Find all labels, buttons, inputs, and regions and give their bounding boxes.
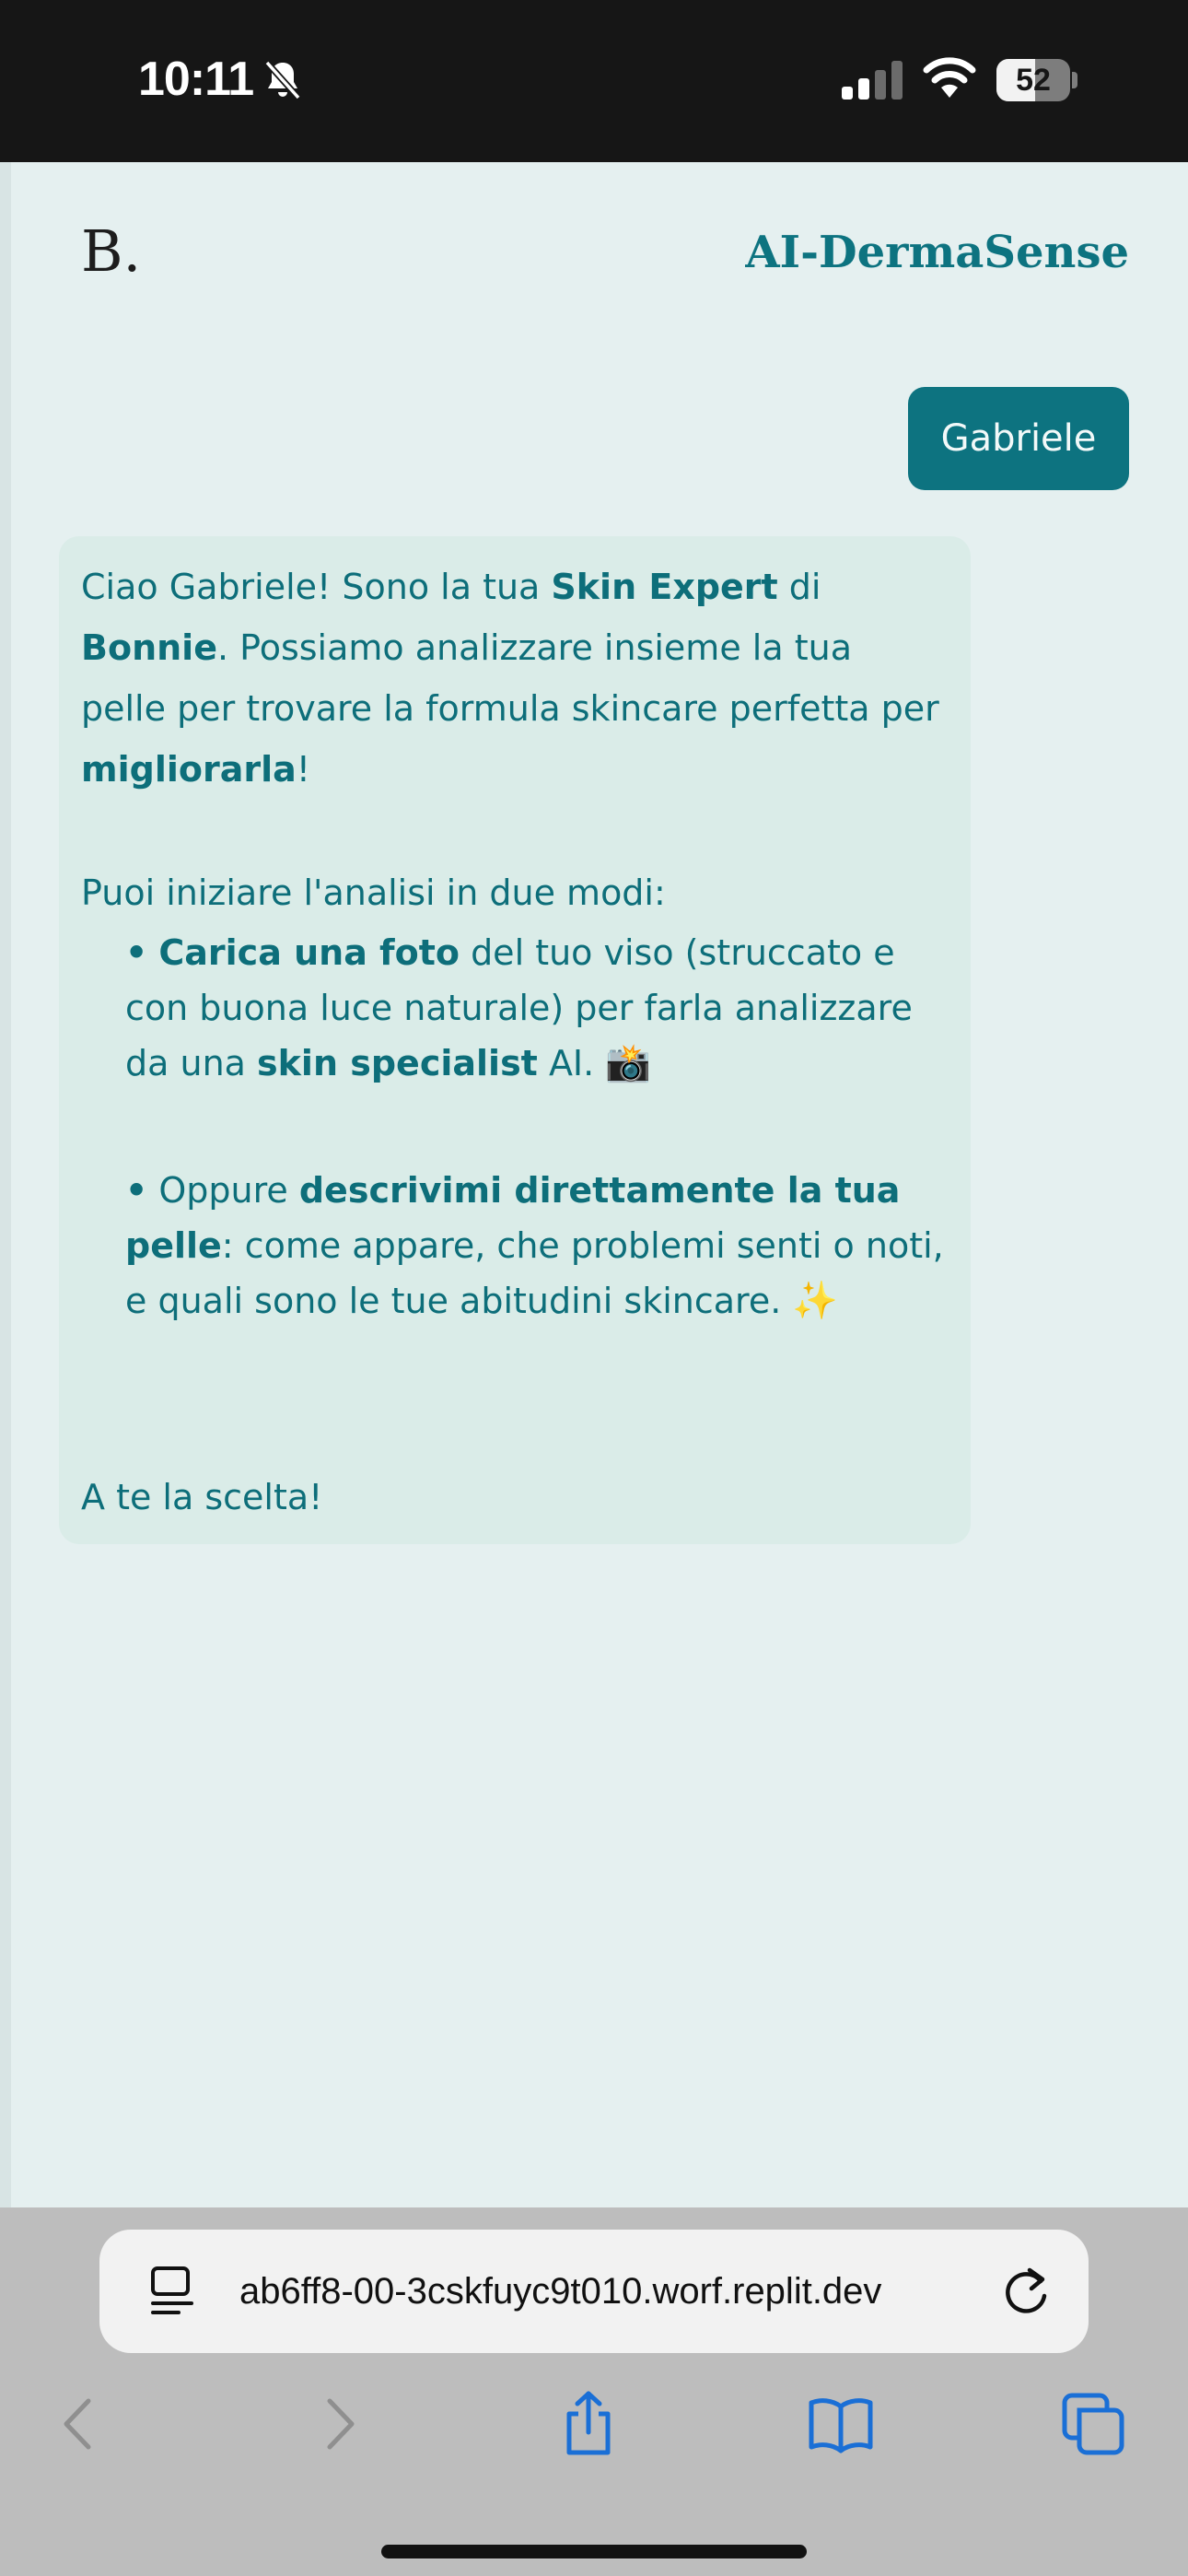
chat-page: B. AI-DermaSense Gabriele Ciao Gabriele!… [0,162,1188,2207]
sparkles-icon: ✨ [792,1280,839,1322]
option-photo-upload: • Carica una foto del tuo viso (struccat… [125,932,913,1084]
bell-slash-icon [264,60,301,100]
cellular-signal-icon [842,61,903,100]
share-icon[interactable] [554,2390,623,2458]
browser-toolbar: ab6ff8-00-3cskfuyc9t010.worf.replit.dev [0,2207,1188,2576]
bookmarks-icon[interactable] [807,2390,875,2458]
url-text[interactable]: ab6ff8-00-3cskfuyc9t010.worf.replit.dev [239,2230,1074,2353]
address-bar[interactable]: ab6ff8-00-3cskfuyc9t010.worf.replit.dev [99,2230,1089,2353]
back-icon[interactable] [46,2390,114,2458]
battery-icon: 52 [996,59,1077,101]
user-message-bubble: Gabriele [908,387,1129,490]
option-describe-skin: • Oppure descrivimi direttamente la tua … [125,1170,944,1322]
battery-level: 52 [1016,63,1051,98]
page-menu-icon[interactable] [147,2265,197,2318]
options-label: Puoi iniziare l'analisi in due modi: [81,872,666,913]
assistant-intro-paragraph: Ciao Gabriele! Sono la tua Skin Expert d… [81,567,939,790]
wifi-icon [923,57,976,98]
home-indicator[interactable] [381,2545,807,2558]
brand-title: AI-DermaSense [745,227,1129,278]
brand-logo[interactable]: B. [81,217,141,285]
reload-icon[interactable] [998,2263,1054,2320]
status-bar: 10:11 52 [0,0,1188,162]
assistant-closing: A te la scelta! [81,1477,323,1517]
camera-flash-icon: 📸 [605,1042,652,1084]
forward-icon[interactable] [304,2390,372,2458]
assistant-message-bubble: Ciao Gabriele! Sono la tua Skin Expert d… [59,536,971,1544]
tabs-icon[interactable] [1059,2390,1127,2458]
status-time: 10:11 [138,53,254,106]
